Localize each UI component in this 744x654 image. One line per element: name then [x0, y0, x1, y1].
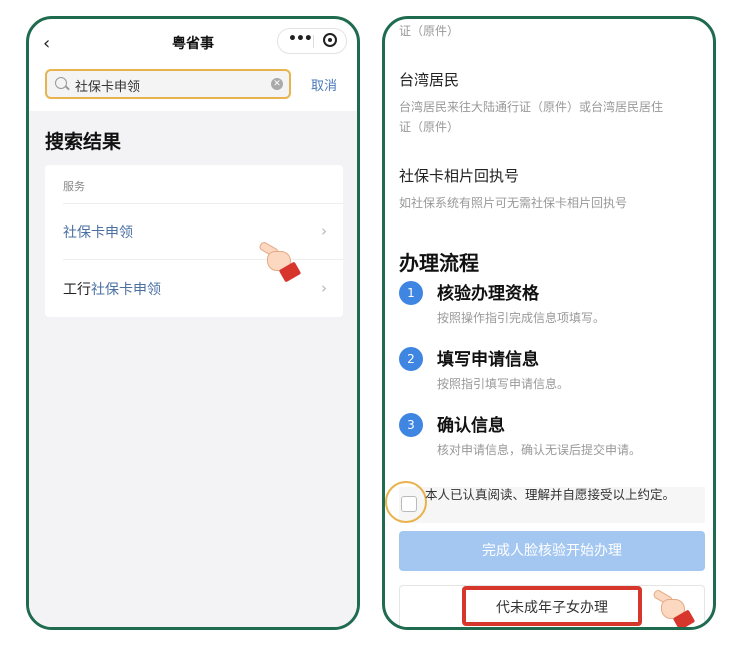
result-item-label: 社保卡申领	[63, 225, 133, 241]
doc-desc: 证（原件）	[399, 120, 460, 134]
doc-desc: 如社保系统有照片可无需社保卡相片回执号	[399, 196, 628, 210]
face-verify-button[interactable]: 完成人脸核验开始办理	[399, 531, 705, 571]
divider	[63, 203, 343, 204]
doc-title-taiwan: 台湾居民	[399, 71, 460, 89]
mini-program-capsule: •••	[277, 28, 347, 54]
results-title: 搜索结果	[45, 131, 122, 153]
clear-icon[interactable]: ✕	[271, 78, 283, 90]
close-circle-icon[interactable]	[323, 33, 337, 47]
doc-desc: 证（原件）	[399, 24, 460, 38]
chevron-right-icon: ›	[321, 222, 327, 240]
step-desc: 核对申请信息，确认无误后提交申请。	[437, 443, 642, 457]
doc-desc: 台湾居民来往大陆通行证（原件）或台湾居民居住	[399, 100, 664, 114]
hand-pointer-icon	[652, 588, 697, 627]
cancel-button[interactable]: 取消	[311, 75, 337, 94]
more-dots-icon[interactable]: •••	[288, 31, 313, 47]
search-icon	[55, 77, 67, 89]
phone-search-screen: ‹ 粤省事 ••• ✕ 取消 搜索结果 服务 社保卡申领 › 工行社保卡申领	[26, 16, 360, 630]
doc-title-photo: 社保卡相片回执号	[399, 167, 520, 185]
results-area: 搜索结果 服务 社保卡申领 › 工行社保卡申领 ›	[29, 111, 357, 627]
hand-pointer-icon	[258, 240, 303, 283]
chevron-right-icon: ›	[321, 279, 327, 297]
section-label: 服务	[63, 180, 85, 193]
step-desc: 按照指引填写申请信息。	[437, 377, 570, 391]
step-number-badge: 2	[399, 347, 423, 371]
nav-bar: ‹ 粤省事 •••	[29, 19, 357, 65]
capsule-divider	[313, 35, 314, 48]
step-desc: 按照操作指引完成信息项填写。	[437, 311, 606, 325]
agreement-text: 本人已认真阅读、理解并自愿接受以上约定。	[425, 487, 676, 502]
step-title: 确认信息	[437, 416, 505, 436]
result-card: 服务 社保卡申领 › 工行社保卡申领 ›	[45, 165, 343, 317]
search-row: ✕ 取消	[29, 69, 357, 105]
result-item-label: 工行社保卡申领	[63, 282, 161, 298]
flow-title: 办理流程	[399, 251, 479, 275]
agreement-row: 本人已认真阅读、理解并自愿接受以上约定。	[385, 481, 705, 523]
search-input[interactable]	[75, 75, 265, 95]
search-box[interactable]: ✕	[45, 69, 291, 99]
phone-apply-screen: 证（原件） 台湾居民 台湾居民来往大陆通行证（原件）或台湾居民居住 证（原件） …	[382, 16, 716, 630]
highlight-ring	[385, 481, 427, 523]
step-title: 核验办理资格	[437, 284, 539, 304]
step-title: 填写申请信息	[437, 350, 539, 370]
step-number-badge: 3	[399, 413, 423, 437]
step-number-badge: 1	[399, 281, 423, 305]
